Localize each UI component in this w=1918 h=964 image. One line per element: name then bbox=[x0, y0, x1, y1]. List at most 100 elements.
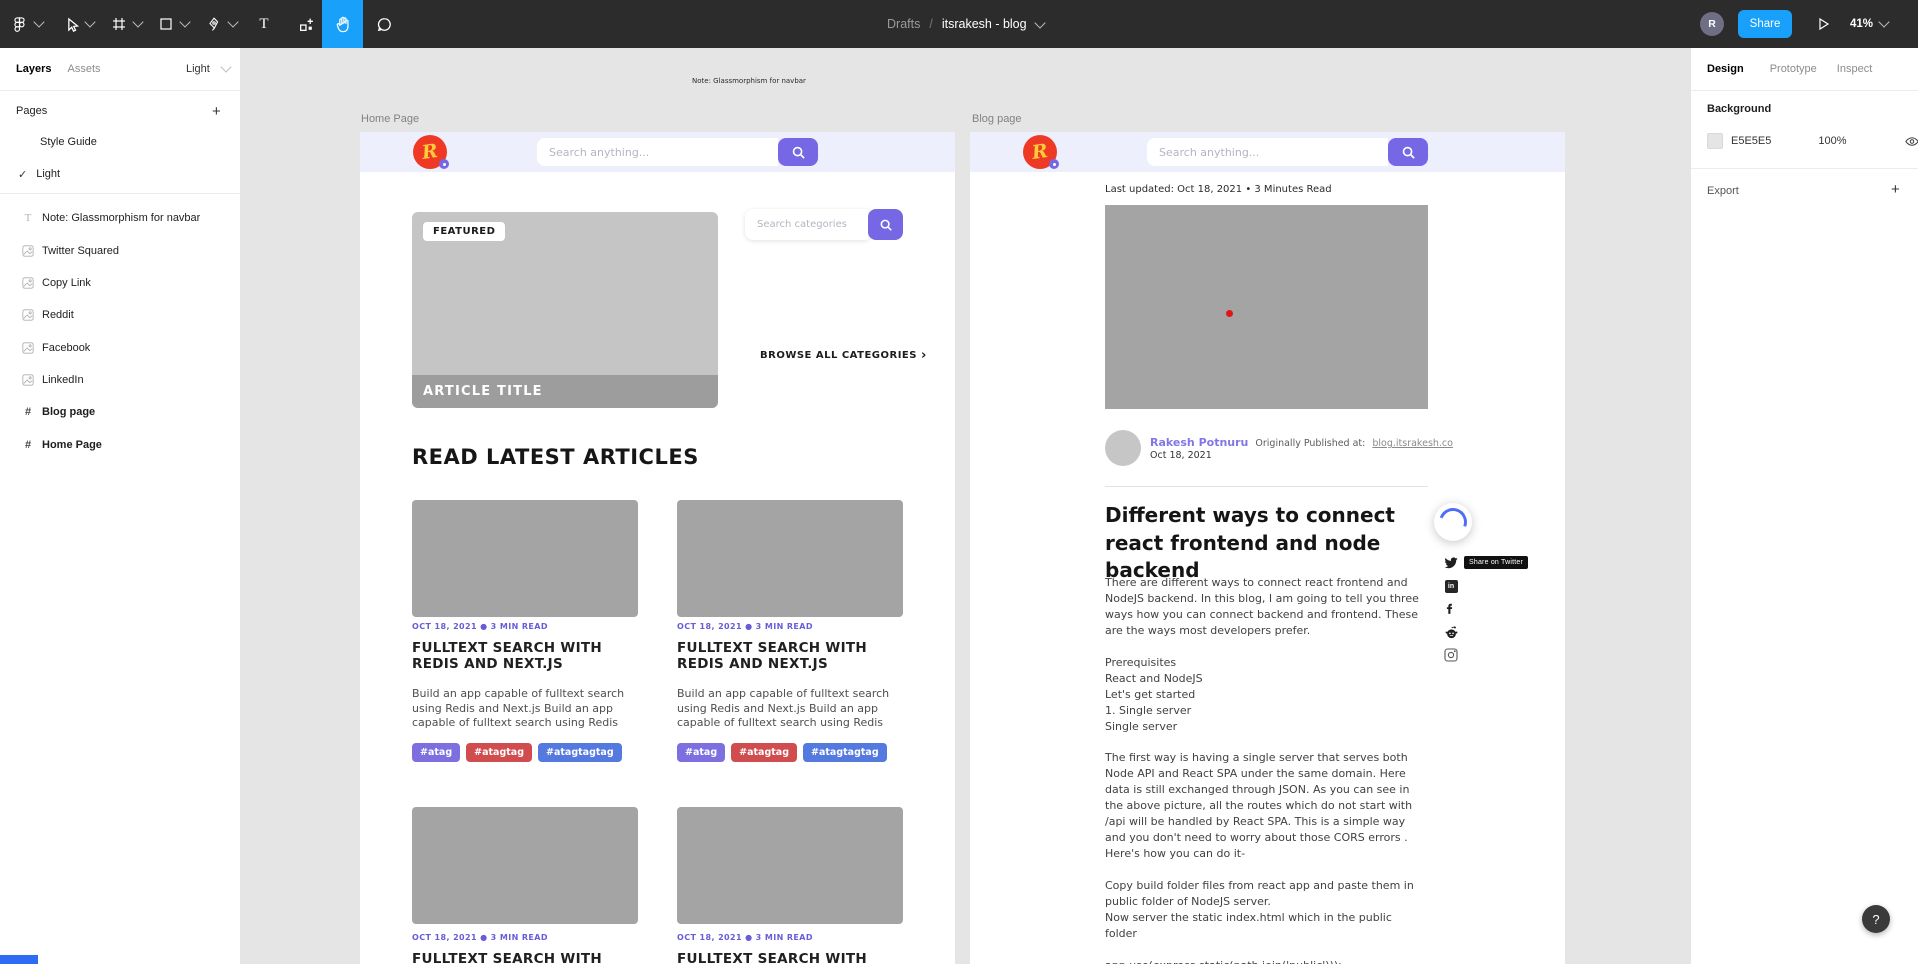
tag-badge[interactable]: #atagtag bbox=[466, 743, 532, 762]
layer-row-blog-page[interactable]: # Blog page bbox=[0, 397, 240, 427]
file-menu-chevron-icon[interactable] bbox=[1034, 17, 1045, 28]
add-page-button[interactable]: + bbox=[212, 104, 221, 119]
cursor-icon bbox=[63, 16, 80, 33]
share-button[interactable]: Share bbox=[1738, 10, 1792, 38]
main-menu-chevron[interactable] bbox=[33, 0, 45, 48]
user-avatar[interactable]: R bbox=[1700, 12, 1724, 36]
blog-paragraph: Prerequisites React and NodeJS Let's get… bbox=[1105, 655, 1427, 735]
site-logo[interactable]: R bbox=[1023, 135, 1057, 169]
blog-hero-image[interactable] bbox=[1105, 205, 1428, 409]
image-layer-icon bbox=[18, 342, 38, 354]
chevron-down-icon[interactable] bbox=[220, 61, 231, 72]
move-tool-chevron[interactable] bbox=[84, 0, 96, 48]
figma-toolbar: T Drafts / itsrakesh - blog R Share 41% bbox=[0, 0, 1918, 48]
blog-paragraph: There are different ways to connect reac… bbox=[1105, 575, 1427, 639]
loading-spinner bbox=[1434, 503, 1472, 541]
home-search-button[interactable] bbox=[778, 138, 818, 166]
copy-link-icon[interactable] bbox=[1443, 647, 1459, 663]
tab-layers[interactable]: Layers bbox=[16, 63, 51, 75]
article-image[interactable] bbox=[677, 807, 903, 924]
layer-row-linkedin[interactable]: LinkedIn bbox=[0, 365, 240, 395]
chevron-down-icon bbox=[84, 16, 95, 27]
layer-row-reddit[interactable]: Reddit bbox=[0, 300, 240, 330]
page-item-light[interactable]: ✓ Light bbox=[0, 159, 240, 189]
image-layer-icon bbox=[18, 277, 38, 289]
tag-badge[interactable]: #atagtagtag bbox=[803, 743, 887, 762]
frame-label-home[interactable]: Home Page bbox=[361, 113, 419, 125]
background-color-row: E5E5E5 100% bbox=[1707, 133, 1918, 149]
layer-row-copy-link[interactable]: Copy Link bbox=[0, 268, 240, 298]
logo-badge-icon bbox=[1049, 159, 1059, 169]
article-image[interactable] bbox=[412, 500, 638, 617]
add-export-button[interactable]: + bbox=[1891, 182, 1900, 197]
shape-tool-button[interactable] bbox=[153, 0, 179, 48]
blog-search-button[interactable] bbox=[1388, 138, 1428, 166]
article-meta: OCT 18, 2021 ● 3 MIN READ bbox=[677, 622, 813, 631]
site-logo[interactable]: R bbox=[413, 135, 447, 169]
color-opacity-value[interactable]: 100% bbox=[1818, 135, 1846, 147]
categories-search-button[interactable] bbox=[868, 209, 903, 240]
frame-label-blog[interactable]: Blog page bbox=[972, 113, 1022, 125]
twitter-share-icon[interactable] bbox=[1443, 555, 1459, 571]
layer-label: Note: Glassmorphism for navbar bbox=[42, 212, 200, 224]
facebook-share-icon[interactable] bbox=[1443, 601, 1459, 617]
page-item-style-guide[interactable]: Style Guide bbox=[0, 127, 240, 157]
article-title[interactable]: FULLTEXT SEARCH WITH REDIS AND NEXT.JS bbox=[412, 951, 617, 964]
article-meta: OCT 18, 2021 ● 3 MIN READ bbox=[412, 622, 548, 631]
color-hex-value[interactable]: E5E5E5 bbox=[1731, 135, 1771, 147]
author-name[interactable]: Rakesh Potnuru bbox=[1150, 436, 1248, 449]
present-button[interactable] bbox=[1810, 0, 1836, 48]
author-line: Rakesh Potnuru Originally Published at: … bbox=[1150, 436, 1453, 449]
pen-tool-chevron[interactable] bbox=[227, 0, 239, 48]
page-selector[interactable]: Light bbox=[186, 63, 210, 75]
categories-search-input[interactable] bbox=[745, 209, 868, 240]
article-image[interactable] bbox=[412, 807, 638, 924]
frame-tool-chevron[interactable] bbox=[132, 0, 144, 48]
zoom-control[interactable]: 41% bbox=[1850, 0, 1888, 48]
main-menu-button[interactable] bbox=[6, 0, 32, 48]
article-title[interactable]: FULLTEXT SEARCH WITH REDIS AND NEXT.JS bbox=[677, 640, 882, 673]
rectangle-icon bbox=[158, 16, 174, 32]
breadcrumb-current[interactable]: itsrakesh - blog bbox=[942, 17, 1027, 31]
reddit-share-icon[interactable] bbox=[1443, 624, 1459, 640]
published-link[interactable]: blog.itsrakesh.co bbox=[1372, 438, 1453, 449]
visibility-toggle[interactable] bbox=[1905, 135, 1918, 148]
article-title[interactable]: FULLTEXT SEARCH WITH REDIS AND NEXT.JS bbox=[412, 640, 617, 673]
blog-post-body: There are different ways to connect reac… bbox=[1105, 575, 1427, 964]
home-search-input[interactable] bbox=[537, 138, 778, 166]
move-tool-button[interactable] bbox=[58, 0, 84, 48]
featured-badge: FEATURED bbox=[423, 222, 505, 241]
comment-tool-button[interactable] bbox=[370, 0, 398, 48]
pen-tool-button[interactable] bbox=[201, 0, 227, 48]
layer-row-twitter-squared[interactable]: Twitter Squared bbox=[0, 236, 240, 266]
check-icon: ✓ bbox=[18, 168, 27, 181]
resources-tool-button[interactable] bbox=[293, 0, 319, 48]
tag-badge[interactable]: #atag bbox=[412, 743, 460, 762]
layer-row-text-note[interactable]: T Note: Glassmorphism for navbar bbox=[0, 203, 240, 233]
layer-row-facebook[interactable]: Facebook bbox=[0, 333, 240, 363]
tab-design[interactable]: Design bbox=[1707, 63, 1744, 75]
tag-badge[interactable]: #atag bbox=[677, 743, 725, 762]
linkedin-share-icon[interactable]: in bbox=[1443, 578, 1459, 594]
breadcrumb-root[interactable]: Drafts bbox=[887, 17, 920, 31]
layer-row-home-page[interactable]: # Home Page bbox=[0, 430, 240, 460]
browse-all-categories-link[interactable]: BROWSE ALL CATEGORIES › bbox=[760, 348, 927, 363]
text-tool-button[interactable]: T bbox=[251, 0, 277, 48]
featured-title-strip: ARTICLE TITLE bbox=[412, 375, 718, 408]
tag-badge[interactable]: #atagtag bbox=[731, 743, 797, 762]
tag-badge[interactable]: #atagtagtag bbox=[538, 743, 622, 762]
shape-tool-chevron[interactable] bbox=[179, 0, 191, 48]
blog-search-input[interactable] bbox=[1147, 138, 1388, 166]
right-panel-tabs: Design Prototype Inspect bbox=[1691, 48, 1918, 91]
hand-tool-button[interactable] bbox=[322, 0, 363, 48]
color-swatch[interactable] bbox=[1707, 133, 1723, 149]
frame-tool-button[interactable] bbox=[106, 0, 132, 48]
author-avatar[interactable] bbox=[1105, 430, 1141, 466]
tab-prototype[interactable]: Prototype bbox=[1770, 63, 1817, 75]
hero-red-dot bbox=[1226, 310, 1233, 317]
article-title[interactable]: FULLTEXT SEARCH WITH REDIS AND NEXT.JS bbox=[677, 951, 882, 964]
help-button[interactable]: ? bbox=[1862, 905, 1890, 933]
tab-assets[interactable]: Assets bbox=[67, 63, 100, 75]
tab-inspect[interactable]: Inspect bbox=[1837, 63, 1872, 75]
article-image[interactable] bbox=[677, 500, 903, 617]
